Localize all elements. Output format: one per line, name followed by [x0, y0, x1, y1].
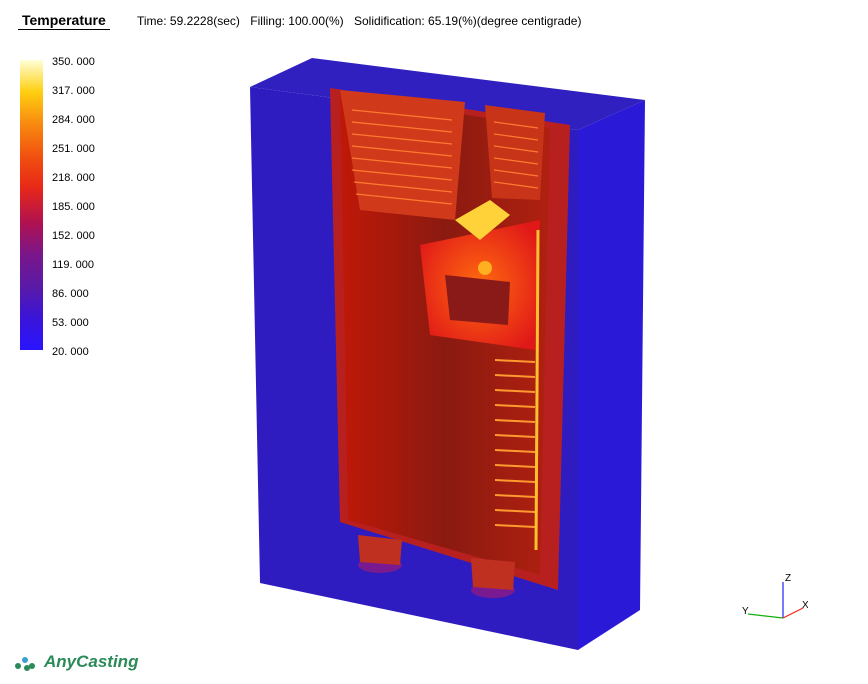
core-opening [445, 275, 510, 325]
colorbar-tick-label: 251. 000 [52, 143, 95, 155]
colorbar-tick-label: 317. 000 [52, 85, 95, 97]
boss-left-body [358, 535, 402, 565]
colorbar-tick-label: 284. 000 [52, 114, 95, 126]
colorbar-tick-label: 119. 000 [52, 259, 95, 271]
colorbar-tick-label: 53. 000 [52, 317, 89, 329]
solidification-readout: Solidification: 65.19(%)(degree centigra… [354, 14, 582, 28]
colorbar-tick-label: 218. 000 [52, 172, 95, 184]
colorbar-tick-label: 185. 000 [52, 201, 95, 213]
colorbar-tick-label: 20. 000 [52, 346, 89, 358]
riser-right [485, 105, 545, 200]
boss-right-body [471, 558, 515, 590]
y-axis-label: Y [742, 606, 749, 617]
brand-name: AnyCasting [44, 652, 139, 671]
result-title: Temperature [18, 12, 110, 30]
status-bar: Time: 59.2228(sec) Filling: 100.00(%) So… [137, 14, 588, 28]
filling-readout: Filling: 100.00(%) [250, 14, 344, 28]
time-readout: Time: 59.2228(sec) [137, 14, 240, 28]
mold-right-face [578, 100, 645, 650]
colorbar-tick-label: 350. 000 [52, 56, 95, 68]
logo-icon [15, 653, 41, 671]
x-axis-label: X [802, 600, 808, 611]
z-axis-label: Z [785, 573, 791, 584]
casting-3d-view[interactable] [240, 50, 660, 660]
y-axis-line [747, 613, 784, 619]
axis-triad: Z X Y [742, 573, 808, 619]
hot-spot [478, 261, 492, 275]
cavity-hot-edge [534, 229, 540, 551]
anycasting-logo: AnyCasting [15, 652, 138, 672]
colorbar-tick-label: 86. 000 [52, 288, 89, 300]
colorbar-tick-label: 152. 000 [52, 230, 95, 242]
x-axis-line [782, 607, 804, 619]
temperature-colorbar [20, 60, 43, 350]
